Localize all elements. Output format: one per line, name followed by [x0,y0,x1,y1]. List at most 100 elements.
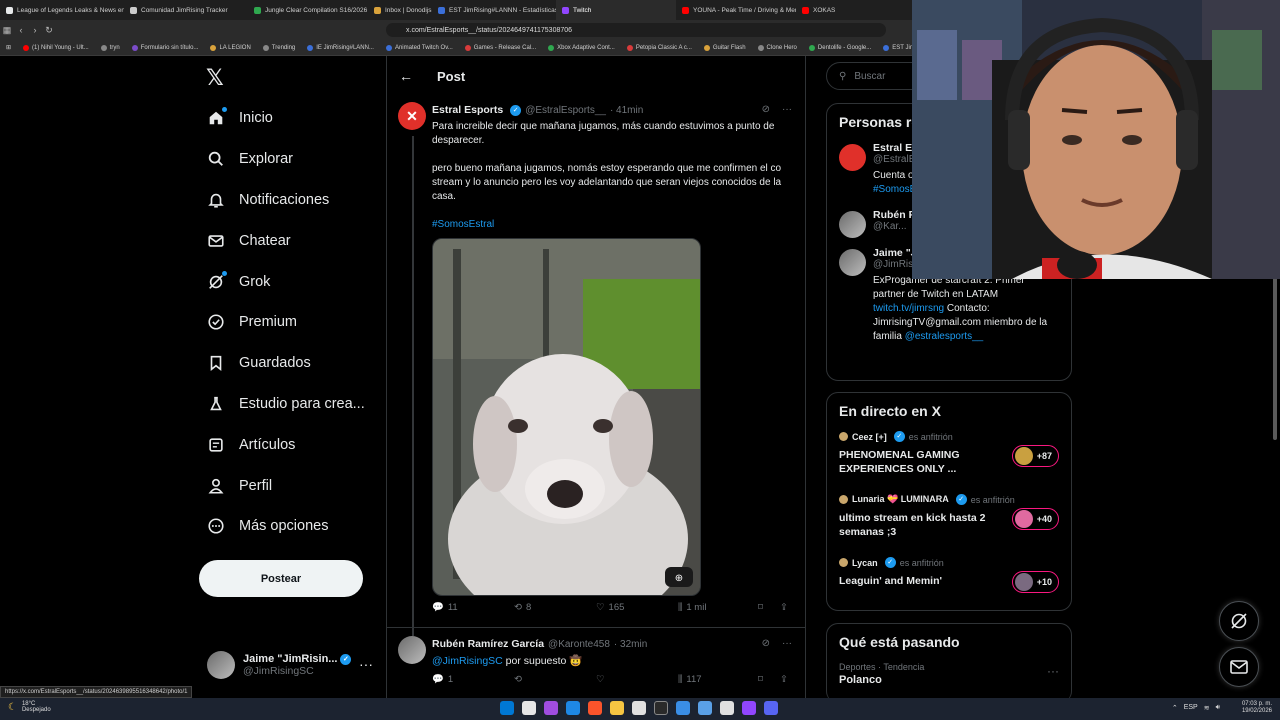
mention-link[interactable]: @estralesports__ [905,331,984,342]
sidebar-item-guardados[interactable]: Guardados [199,343,379,384]
bookmark-item[interactable]: Trending [257,44,301,51]
start-icon[interactable] [500,701,514,715]
views-button[interactable]: ⫼ 1 mil [678,602,758,613]
sidebar-item-estudio-para-crea[interactable]: Estudio para crea... [199,384,379,425]
sidebar-item-más-opciones[interactable]: Más opciones [199,506,379,547]
back-arrow-icon[interactable]: ← [399,68,413,84]
listener-pill[interactable]: +40 [1011,508,1059,530]
folder-icon[interactable] [610,701,624,715]
views-button[interactable]: ⫼ 117 [678,674,758,685]
repost-button[interactable]: ⟲ 8 [514,602,596,613]
more-icon[interactable]: ··· [782,104,792,115]
bookmark-item[interactable]: LA LEGION [204,44,256,51]
browser-tab[interactable]: XOKAS vs B [796,0,836,20]
address-bar[interactable]: x.com/EstralEsports__/status/20246497411… [386,23,886,37]
bookmark-item[interactable]: Guitar Flash [698,44,752,51]
listener-pill[interactable]: +87 [1011,445,1059,467]
bookmark-item[interactable]: Petopia Classic A c... [621,44,698,51]
tab-menu-icon[interactable]: ▦ [0,25,14,36]
weather-widget[interactable]: ☾ 18°C Despejado [8,701,51,713]
back-nav-icon[interactable]: ‹ [14,25,28,35]
reload-icon[interactable]: ↻ [42,25,56,36]
live-item[interactable]: Ceez [+] ✓ es anfitrión PHENOMENAL GAMING E… [827,425,1071,488]
sidebar-item-inicio[interactable]: Inicio [199,98,379,139]
photos-icon[interactable] [698,701,712,715]
browser-tab[interactable]: Twitch [556,0,676,20]
reply-button[interactable]: 💬 11 [432,602,514,613]
repost-button[interactable]: ⟲ [514,674,596,685]
live-item[interactable]: Lycan ✓ es anfitrión Leaguin' and Memin' +10 [827,551,1071,610]
hashtag-link[interactable]: #SomosE [873,184,916,195]
tweet-author-handle[interactable]: @EstralEsports__ [525,105,606,116]
browser-tab[interactable]: Comunidad JimRising Tracker [124,0,248,20]
mention-link[interactable]: @JimRisingSC [432,655,503,667]
more-icon[interactable]: ··· [782,638,792,649]
bookmark-item[interactable]: Xbox Adaptive Cont... [542,44,621,51]
forward-nav-icon[interactable]: › [28,25,42,35]
reply-time[interactable]: · 32min [614,639,647,650]
like-button[interactable]: ♡ 165 [596,602,678,613]
apps-icon[interactable]: ⊞ [0,44,17,51]
app-icon[interactable] [676,701,690,715]
like-button[interactable]: ♡ [596,674,678,685]
messages-fab-button[interactable] [1219,647,1259,687]
wifi-icon[interactable]: ≋ [1204,704,1210,712]
copilot-icon[interactable] [544,701,558,715]
taskbar-clock[interactable]: 07:03 p. m. 19/02/2026 [1242,701,1272,715]
share-icon[interactable]: ⇪ [780,602,788,613]
trend-item[interactable]: Polanco [827,672,1071,688]
sidebar-item-perfil[interactable]: Perfil [199,465,379,506]
browser-tab[interactable]: Inbox | Donodijs [368,0,432,20]
sidebar-item-chatear[interactable]: Chatear [199,220,379,261]
bookmark-item[interactable]: (1) Nihil Young - Ult... [17,44,95,51]
hashtag-link[interactable]: #SomosEstral [432,218,796,232]
bookmark-item[interactable]: IE JimRising#LANN... [301,44,380,51]
reply-button[interactable]: 💬 1 [432,674,514,685]
edge-icon[interactable] [566,701,580,715]
twitch-icon[interactable] [742,701,756,715]
sidebar-item-grok[interactable]: Grok [199,261,379,302]
bookmark-item[interactable]: Animated Twitch Ov... [380,44,459,51]
reply-author-avatar[interactable] [398,636,426,664]
tweet-time[interactable]: · 41min [610,105,643,116]
discord-icon[interactable] [764,701,778,715]
bookmark-item[interactable]: Dentolife - Google... [803,44,877,51]
sidebar-item-notificaciones[interactable]: Notificaciones [199,180,379,221]
bookmark-item[interactable]: tryn [95,44,126,51]
download-icon[interactable] [632,701,646,715]
bookmark-item[interactable]: Games - Release Cal... [459,44,542,51]
sidebar-item-explorar[interactable]: Explorar [199,139,379,180]
chevron-up-icon[interactable]: ⌃ [1172,704,1178,712]
settings-icon[interactable] [720,701,734,715]
tweet-author-name[interactable]: Estral Esports [432,104,503,116]
language-indicator[interactable]: ESP [1184,704,1198,712]
x-app-icon[interactable] [654,701,668,715]
browser-tab[interactable]: League of Legends Leaks & News en [0,0,124,20]
browser-tab[interactable]: YOUNA - Peak Time / Driving & Men [676,0,796,20]
live-item[interactable]: Lunaria 💝 LUMINARA ✓ es anfitrión ultimo st… [827,488,1071,551]
browser-tab[interactable]: EST JimRising#LANNN - Estadísticas [432,0,556,20]
bookmark-button[interactable]: ⌑ [758,674,780,685]
post-button[interactable]: Postear [199,560,363,597]
sidebar-item-artículos[interactable]: Artículos [199,424,379,465]
search-taskbar-icon[interactable] [522,701,536,715]
volume-icon[interactable]: 🔊︎ [1216,704,1220,712]
grok-icon[interactable]: ⊘ [762,638,770,649]
grok-icon[interactable]: ⊘ [762,104,770,115]
trend-more-icon[interactable]: ··· [1047,664,1059,678]
browser-tab[interactable]: Jungle Clear Compilation S16/2026 [248,0,368,20]
reply-author-name[interactable]: Rubén Ramírez García [432,638,544,650]
bio-link[interactable]: twitch.tv/jimrsng [873,303,944,314]
account-more-icon[interactable]: ··· [359,656,373,672]
grok-fab-button[interactable] [1219,601,1259,641]
tweet-image[interactable]: ⊕ [432,238,701,596]
account-switcher[interactable]: Jaime "JimRisin... ✓ @JimRisingSC ··· [207,648,377,682]
bookmark-item[interactable]: Formulario sin título... [126,44,205,51]
sidebar-item-premium[interactable]: Premium [199,302,379,343]
x-logo-icon[interactable]: 𝕏 [206,66,224,91]
listener-pill[interactable]: +10 [1011,571,1059,593]
reply-author-handle[interactable]: @Karonte458 [548,639,610,650]
bookmark-button[interactable]: ⌑ [758,602,780,613]
tweet-author-avatar[interactable]: ✕ [398,102,426,130]
bookmark-item[interactable]: Clone Hero [752,44,803,51]
